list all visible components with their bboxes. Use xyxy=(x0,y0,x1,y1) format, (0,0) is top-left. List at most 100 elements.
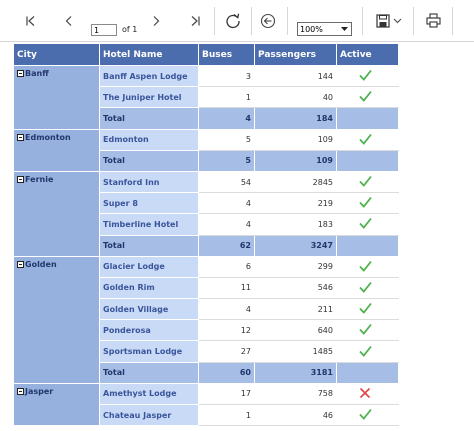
total-buses: 60 xyxy=(198,361,255,384)
collapse-toggle-icon[interactable] xyxy=(17,133,24,141)
total-passengers: 184 xyxy=(254,107,337,130)
hotel-name-cell[interactable]: Amethyst Lodge xyxy=(99,382,199,406)
buses-cell: 3 xyxy=(198,64,255,88)
check-icon xyxy=(359,218,372,230)
city-group-cell: Jasper xyxy=(13,382,100,427)
hotel-name-cell[interactable]: Banff Aspen Lodge xyxy=(99,64,199,88)
active-status-cell xyxy=(336,64,399,88)
last-page-icon xyxy=(191,15,200,26)
total-passengers: 109 xyxy=(254,149,337,172)
buses-cell: 4 xyxy=(198,192,255,215)
hotel-name-cell[interactable]: Golden Rim xyxy=(99,276,199,300)
printer-icon xyxy=(425,13,441,28)
collapse-toggle-icon[interactable] xyxy=(17,70,24,77)
city-group-cell: Edmonton xyxy=(13,128,100,172)
page-number-input[interactable] xyxy=(91,24,117,36)
collapse-toggle-icon[interactable] xyxy=(17,387,24,395)
column-header-city[interactable]: City xyxy=(13,43,100,66)
total-buses: 62 xyxy=(198,234,255,257)
total-active-empty xyxy=(336,149,399,172)
hotel-name-cell[interactable]: Super 8 xyxy=(99,192,199,215)
passengers-cell: 40 xyxy=(254,86,337,109)
passengers-cell: 219 xyxy=(254,192,337,215)
total-buses: 5 xyxy=(198,149,255,172)
previous-page-button[interactable] xyxy=(59,0,79,41)
toolbar-divider xyxy=(362,7,363,35)
check-icon xyxy=(359,409,372,420)
first-page-button[interactable] xyxy=(21,0,41,41)
passengers-cell: 46 xyxy=(254,403,337,427)
check-icon xyxy=(359,260,372,272)
chevron-down-icon xyxy=(393,18,402,23)
buses-cell: 17 xyxy=(198,382,255,406)
city-group-cell: Fernie xyxy=(13,170,100,257)
column-header-active[interactable]: Active xyxy=(336,43,399,66)
print-button[interactable] xyxy=(422,0,444,41)
check-icon xyxy=(359,281,372,293)
passengers-cell: 299 xyxy=(254,255,337,278)
first-page-icon xyxy=(26,15,35,26)
check-icon xyxy=(359,133,372,145)
total-label: Total xyxy=(99,149,199,172)
check-icon xyxy=(359,197,372,209)
passengers-cell: 2845 xyxy=(254,170,337,194)
total-buses: 4 xyxy=(198,107,255,130)
passengers-cell: 758 xyxy=(254,382,337,406)
last-page-button[interactable] xyxy=(185,0,205,41)
buses-cell: 12 xyxy=(198,319,255,342)
hotel-name-cell[interactable]: Glacier Lodge xyxy=(99,255,199,278)
city-name: Edmonton xyxy=(25,132,71,142)
total-active-empty xyxy=(336,234,399,257)
page-count-label: of 1 xyxy=(122,25,138,34)
buses-cell: 1 xyxy=(198,86,255,109)
check-icon xyxy=(359,175,372,187)
report-toolbar: of 1 100% xyxy=(0,0,474,42)
active-status-cell xyxy=(336,403,399,427)
hotel-report-table: City Hotel Name Buses Passengers Active … xyxy=(13,43,399,427)
refresh-icon xyxy=(226,13,240,28)
table-row: Edmonton Edmonton 5 109 xyxy=(13,128,399,172)
column-header-hotel-name[interactable]: Hotel Name xyxy=(99,43,199,66)
toolbar-divider xyxy=(214,7,215,35)
collapse-toggle-icon[interactable] xyxy=(17,175,24,183)
hotel-name-cell[interactable]: The Juniper Hotel xyxy=(99,86,199,109)
buses-cell: 27 xyxy=(198,340,255,363)
city-name: Jasper xyxy=(25,386,54,396)
zoom-value: 100% xyxy=(300,24,323,34)
cross-icon xyxy=(359,387,371,398)
hotel-name-cell[interactable]: Timberline Hotel xyxy=(99,213,199,236)
hotel-name-cell[interactable]: Golden Village xyxy=(99,298,199,321)
total-active-empty xyxy=(336,107,399,130)
back-button[interactable] xyxy=(257,0,279,41)
active-status-cell xyxy=(336,255,399,278)
zoom-select[interactable]: 100% xyxy=(297,22,352,36)
hotel-name-cell[interactable]: Stanford Inn xyxy=(99,170,199,194)
chevron-right-icon xyxy=(153,15,160,26)
city-name: Golden xyxy=(25,259,57,269)
column-header-buses[interactable]: Buses xyxy=(198,43,255,66)
check-icon xyxy=(359,303,372,315)
passengers-cell: 144 xyxy=(254,64,337,88)
hotel-name-cell[interactable]: Edmonton xyxy=(99,128,199,151)
total-label: Total xyxy=(99,107,199,130)
passengers-cell: 183 xyxy=(254,213,337,236)
table-row: Fernie Stanford Inn 54 2845 xyxy=(13,170,399,257)
collapse-toggle-icon[interactable] xyxy=(17,260,24,268)
export-button[interactable] xyxy=(372,0,406,41)
next-page-button[interactable] xyxy=(146,0,166,41)
passengers-cell: 109 xyxy=(254,128,337,151)
active-status-cell xyxy=(336,170,399,194)
total-passengers: 3247 xyxy=(254,234,337,257)
buses-cell: 6 xyxy=(198,255,255,278)
check-icon xyxy=(359,345,372,357)
active-status-cell xyxy=(336,86,399,109)
check-icon xyxy=(359,324,372,336)
table-row: Jasper Amethyst Lodge 17 758 xyxy=(13,382,399,427)
refresh-button[interactable] xyxy=(222,0,244,41)
hotel-name-cell[interactable]: Ponderosa xyxy=(99,319,199,342)
hotel-name-cell[interactable]: Chateau Jasper xyxy=(99,403,199,427)
toolbar-divider xyxy=(251,7,252,35)
hotel-name-cell[interactable]: Sportsman Lodge xyxy=(99,340,199,363)
city-name: Banff xyxy=(25,69,49,78)
column-header-passengers[interactable]: Passengers xyxy=(254,43,337,66)
